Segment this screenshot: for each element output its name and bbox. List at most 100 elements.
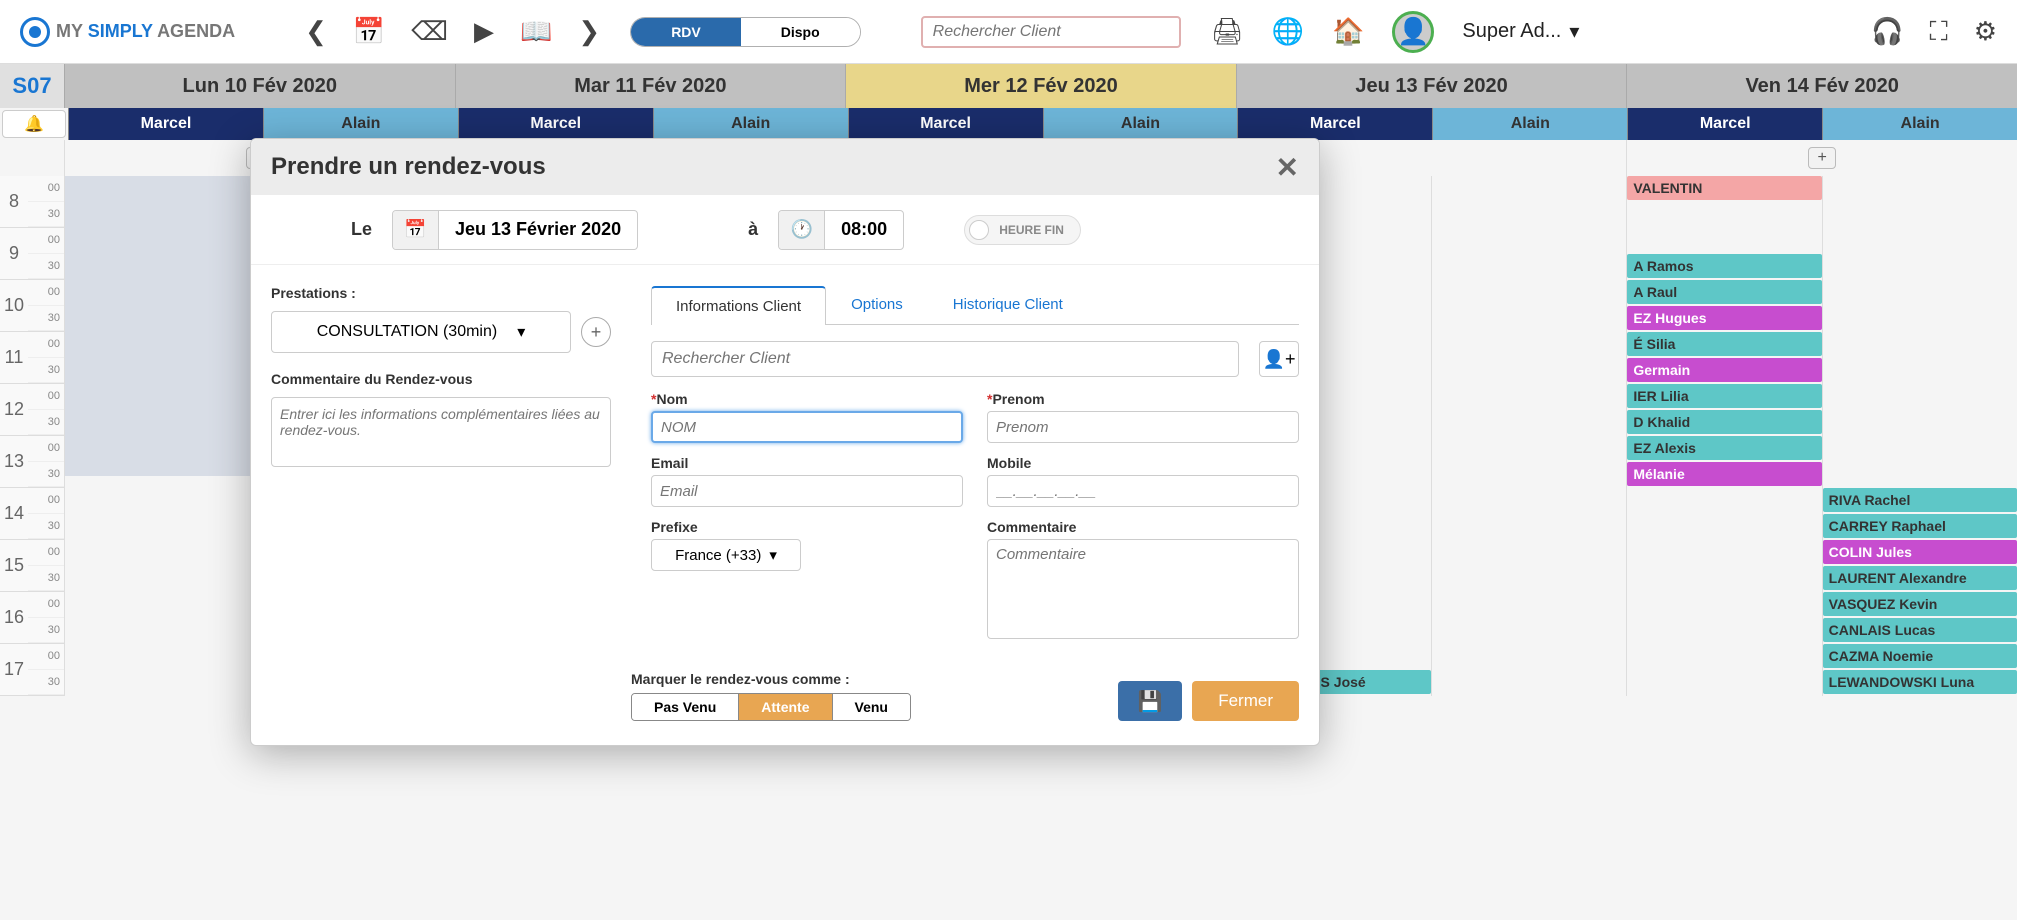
min-label: 00 — [28, 436, 64, 462]
label-commentaire: Commentaire — [987, 519, 1299, 535]
event-chip[interactable]: A Raul — [1627, 280, 1821, 304]
logo-text-agenda: AGENDA — [157, 21, 235, 41]
min-label: 30 — [28, 670, 64, 696]
hour-label: 11 — [0, 332, 28, 383]
clock-icon: 🕐 — [779, 211, 825, 249]
time-picker[interactable]: 🕐 08:00 — [778, 210, 904, 250]
chevron-left-icon[interactable]: ❮ — [305, 16, 327, 47]
person-marcel[interactable]: Marcel — [1237, 108, 1432, 140]
min-label: 00 — [28, 332, 64, 358]
date-picker[interactable]: 📅 Jeu 13 Février 2020 — [392, 210, 638, 250]
event-chip[interactable]: EZ Alexis — [1627, 436, 1821, 460]
event-chip[interactable]: COLIN Jules — [1823, 540, 2017, 564]
event-chip[interactable]: Germain — [1627, 358, 1821, 382]
label-prenom: Prenom — [992, 391, 1044, 407]
support-icon[interactable]: 🎧 — [1871, 16, 1903, 47]
fullscreen-icon[interactable]: ⛶ — [1929, 16, 1947, 48]
event-chip[interactable]: CAZMA Noemie — [1823, 644, 2017, 668]
commentaire-textarea[interactable] — [987, 539, 1299, 639]
prestation-select[interactable]: CONSULTATION (30min) ▾ — [271, 311, 571, 353]
book-icon[interactable]: 📖 — [520, 16, 552, 47]
person-alain[interactable]: Alain — [653, 108, 848, 140]
event-chip[interactable]: A Ramos — [1627, 254, 1821, 278]
avatar-icon[interactable]: 👤 — [1392, 11, 1434, 53]
heure-fin-toggle[interactable]: HEURE FIN — [964, 215, 1081, 245]
label-le: Le — [351, 219, 372, 240]
person-alain[interactable]: Alain — [1043, 108, 1238, 140]
fermer-button[interactable]: Fermer — [1192, 681, 1299, 721]
rdv-comment-textarea[interactable] — [271, 397, 611, 467]
min-label: 00 — [28, 228, 64, 254]
home-icon[interactable]: 🏠 — [1332, 16, 1364, 47]
toggle-dispo[interactable]: Dispo — [741, 18, 860, 46]
min-label: 30 — [28, 358, 64, 384]
col-fri-alain[interactable]: RIVA RachelCARREY RaphaelCOLIN JulesLAUR… — [1822, 176, 2017, 696]
calendar-play-icon[interactable]: ▶ — [474, 16, 494, 47]
event-chip[interactable]: CARREY Raphael — [1823, 514, 2017, 538]
client-search-input[interactable] — [651, 341, 1239, 377]
close-icon[interactable]: ✕ — [1276, 151, 1299, 184]
day-header-fri[interactable]: Ven 14 Fév 2020 — [1626, 64, 2017, 108]
event-chip[interactable]: LAURENT Alexandre — [1823, 566, 2017, 590]
day-header-mon[interactable]: Lun 10 Fév 2020 — [64, 64, 455, 108]
add-prestation-button[interactable]: + — [581, 317, 611, 347]
day-header-wed[interactable]: Mer 12 Fév 2020 — [845, 64, 1236, 108]
event-chip[interactable]: Mélanie — [1627, 462, 1821, 486]
person-marcel[interactable]: Marcel — [458, 108, 653, 140]
search-client-input[interactable] — [921, 16, 1181, 48]
email-input[interactable] — [651, 475, 963, 507]
prenom-input[interactable] — [987, 411, 1299, 443]
col-mon-marcel[interactable] — [64, 176, 259, 696]
bell-button[interactable]: 🔔 — [2, 110, 66, 138]
tab-options[interactable]: Options — [826, 285, 928, 324]
event-chip[interactable]: VALENTIN — [1627, 176, 1821, 200]
nom-input[interactable] — [651, 411, 963, 443]
min-label: 30 — [28, 618, 64, 644]
min-label: 30 — [28, 202, 64, 228]
toggle-knob — [969, 220, 989, 240]
event-chip[interactable]: EZ Hugues — [1627, 306, 1821, 330]
status-venu[interactable]: Venu — [833, 694, 910, 720]
chevron-right-icon[interactable]: ❯ — [578, 16, 600, 47]
gear-icon[interactable]: ⚙ — [1974, 16, 1997, 47]
event-chip[interactable]: LEWANDOWSKI Luna — [1823, 670, 2017, 694]
calendar-cancel-icon[interactable]: ⌫ — [411, 16, 448, 47]
globe-icon[interactable]: 🌐 — [1272, 16, 1304, 47]
tab-historique[interactable]: Historique Client — [928, 285, 1088, 324]
person-marcel[interactable]: Marcel — [848, 108, 1043, 140]
col-fri-marcel[interactable]: VALENTIN A RamosA RaulEZ HuguesÉ SiliaGer… — [1626, 176, 1821, 696]
tab-info-client[interactable]: Informations Client — [651, 286, 826, 325]
event-chip[interactable]: CANLAIS Lucas — [1823, 618, 2017, 642]
event-chip[interactable]: D Khalid — [1627, 410, 1821, 434]
hour-label: 12 — [0, 384, 28, 435]
event-chip[interactable]: RIVA Rachel — [1823, 488, 2017, 512]
status-attente[interactable]: Attente — [739, 694, 832, 720]
day-header-row: S07 Lun 10 Fév 2020 Mar 11 Fév 2020 Mer … — [0, 64, 2017, 108]
person-alain[interactable]: Alain — [1822, 108, 2017, 140]
add-client-button[interactable]: 👤+ — [1259, 341, 1299, 377]
save-button[interactable]: 💾 — [1118, 681, 1182, 721]
toggle-rdv[interactable]: RDV — [631, 18, 741, 46]
status-pas-venu[interactable]: Pas Venu — [632, 694, 739, 720]
person-alain[interactable]: Alain — [263, 108, 458, 140]
col-thu-alain[interactable] — [1431, 176, 1626, 696]
person-marcel[interactable]: Marcel — [1627, 108, 1822, 140]
modal-footer: Marquer le rendez-vous comme : Pas Venu … — [251, 661, 1319, 745]
person-alain[interactable]: Alain — [1432, 108, 1627, 140]
event-chip[interactable]: VASQUEZ Kevin — [1823, 592, 2017, 616]
day-header-thu[interactable]: Jeu 13 Fév 2020 — [1236, 64, 1627, 108]
logo-text-simply: SIMPLY — [83, 21, 157, 41]
min-label: 30 — [28, 514, 64, 540]
calendar-icon[interactable]: 📅 — [353, 16, 385, 47]
add-button[interactable]: + — [1808, 147, 1836, 169]
mobile-input[interactable] — [987, 475, 1299, 507]
person-marcel[interactable]: Marcel — [68, 108, 263, 140]
min-label: 00 — [28, 384, 64, 410]
event-chip[interactable]: É Silia — [1627, 332, 1821, 356]
prefix-select[interactable]: France (+33) ▾ — [651, 539, 801, 571]
day-header-tue[interactable]: Mar 11 Fév 2020 — [455, 64, 846, 108]
user-menu[interactable]: Super Ad... ▾ — [1462, 19, 1579, 44]
print-icon[interactable]: 🖨 — [1211, 16, 1244, 47]
event-chip[interactable]: IER Lilia — [1627, 384, 1821, 408]
view-toggle: RDV Dispo — [630, 17, 860, 47]
